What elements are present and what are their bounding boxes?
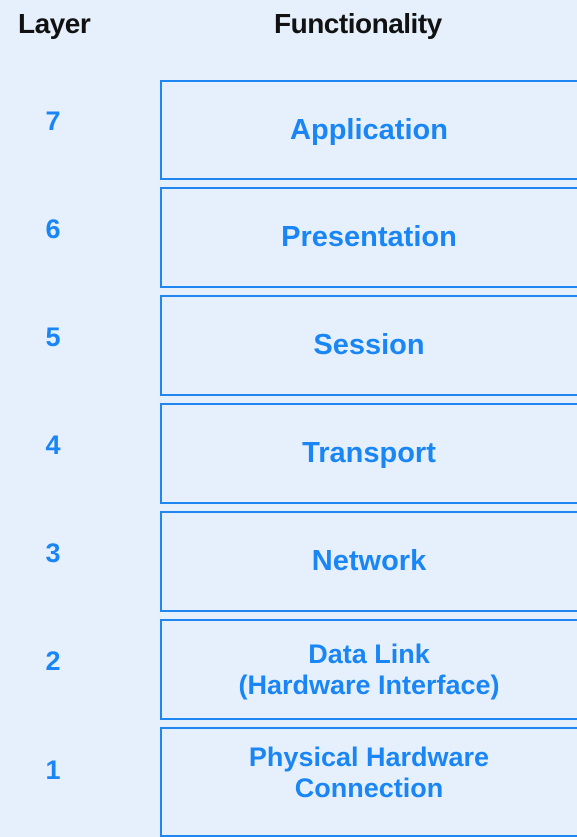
layer-label-line: Presentation bbox=[281, 221, 457, 253]
layer-column-header: Layer bbox=[18, 8, 91, 39]
layer-number-6: 6 bbox=[45, 214, 61, 244]
layer-label-line: Physical Hardware bbox=[248, 742, 490, 772]
layer-label-line: (Hardware Interface) bbox=[238, 669, 500, 700]
layer-label-line: Connection bbox=[294, 773, 444, 803]
layer-number-1: 1 bbox=[45, 755, 61, 785]
functionality-column-header: Functionality bbox=[274, 8, 442, 39]
layer-label-application: Application bbox=[290, 114, 448, 147]
layer-number-2: 2 bbox=[45, 646, 61, 676]
layer-label-line: Session bbox=[313, 329, 425, 361]
layer-box-application: Application bbox=[160, 80, 577, 180]
layer-box-network: Network bbox=[160, 511, 577, 612]
layer-label-session: Session bbox=[313, 329, 424, 362]
layer-box-data-link: Data Link (Hardware Interface) bbox=[160, 619, 577, 720]
layer-label-presentation: Presentation bbox=[281, 221, 457, 254]
layer-number-4: 4 bbox=[45, 430, 61, 460]
layer-label-line: Application bbox=[290, 113, 448, 146]
layer-box-transport: Transport bbox=[160, 403, 577, 504]
layer-box-session: Session bbox=[160, 295, 577, 396]
layer-number-7: 7 bbox=[45, 106, 61, 136]
layer-label-data-link: Data Link (Hardware Interface) bbox=[238, 639, 499, 701]
layer-label-physical: Physical Hardware Connection bbox=[249, 742, 489, 804]
layer-number-3: 3 bbox=[45, 538, 61, 568]
layer-label-line: Data Link bbox=[308, 638, 430, 669]
layer-label-network: Network bbox=[312, 545, 426, 578]
layer-label-line: Network bbox=[311, 545, 427, 577]
layer-box-presentation: Presentation bbox=[160, 187, 577, 288]
layer-label-line: Transport bbox=[302, 437, 436, 469]
layer-label-transport: Transport bbox=[302, 437, 436, 470]
layer-box-physical: Physical Hardware Connection bbox=[160, 727, 577, 837]
layer-number-5: 5 bbox=[45, 322, 61, 352]
